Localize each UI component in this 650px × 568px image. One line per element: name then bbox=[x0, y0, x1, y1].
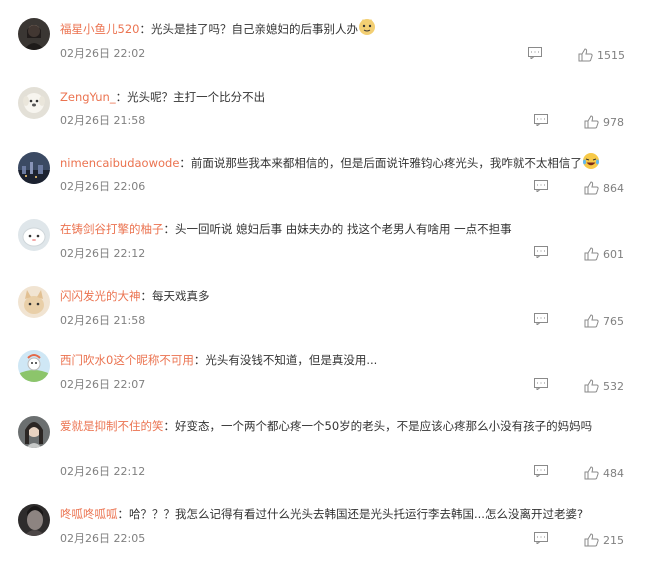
comment-icon[interactable] bbox=[534, 378, 548, 392]
doge-emoji-icon bbox=[358, 18, 376, 43]
comment-content: 光头是挂了吗？自己亲媳妇的后事别人办 bbox=[150, 22, 358, 36]
comment-text: 福星小鱼儿520：光头是挂了吗？自己亲媳妇的后事别人办 bbox=[60, 18, 635, 43]
like-count: 484 bbox=[603, 466, 624, 480]
comment-icon[interactable] bbox=[534, 246, 548, 260]
comment-time: 02月26日 22:07 bbox=[60, 378, 146, 391]
user-avatar[interactable] bbox=[18, 416, 50, 448]
like-count: 864 bbox=[603, 181, 624, 195]
thumbs-up-icon bbox=[578, 48, 593, 62]
separator: ： bbox=[139, 22, 151, 36]
comment-time: 02月26日 22:12 bbox=[60, 247, 146, 260]
thumbs-up-icon bbox=[584, 115, 599, 129]
like-button[interactable]: 1515 bbox=[578, 47, 625, 63]
like-button[interactable]: 864 bbox=[584, 180, 624, 196]
username-link[interactable]: nimencaibudaowode bbox=[60, 156, 179, 170]
separator: ： bbox=[163, 222, 176, 236]
comment-time: 02月26日 21:58 bbox=[60, 314, 146, 327]
comment-time: 02月26日 22:02 bbox=[60, 47, 146, 60]
comment-icon[interactable] bbox=[534, 532, 548, 546]
comment-text: 西门吹水0这个昵称不可用：光头有没钱不知道，但是真没用... bbox=[60, 350, 635, 371]
comment-icon[interactable] bbox=[534, 465, 548, 479]
username-link[interactable]: ZengYun_ bbox=[60, 90, 116, 104]
comment-time: 02月26日 22:06 bbox=[60, 180, 146, 193]
comment-content: 头一回听说 媳妇后事 由妹夫办的 找这个老男人有啥用 一点不担事 bbox=[175, 222, 512, 236]
like-button[interactable]: 765 bbox=[584, 313, 624, 329]
like-button[interactable]: 215 bbox=[584, 532, 624, 548]
like-button[interactable]: 532 bbox=[584, 378, 624, 394]
separator: ： bbox=[163, 419, 176, 433]
separator: ： bbox=[117, 507, 130, 521]
thumbs-up-icon bbox=[584, 379, 599, 393]
username-link[interactable]: 闪闪发光的大神 bbox=[60, 289, 141, 303]
thumbs-up-icon bbox=[584, 314, 599, 328]
separator: ： bbox=[140, 289, 153, 303]
separator: ： bbox=[193, 353, 206, 367]
username-link[interactable]: 福星小鱼儿520 bbox=[60, 22, 139, 36]
like-count: 601 bbox=[603, 247, 624, 261]
comment-icon[interactable] bbox=[534, 313, 548, 327]
username-link[interactable]: 爱就是抑制不住的笑 bbox=[60, 419, 164, 433]
comment-icon[interactable] bbox=[534, 114, 548, 128]
user-avatar[interactable] bbox=[18, 219, 50, 251]
comment-content: 每天戏真多 bbox=[152, 289, 210, 303]
comment-icon[interactable] bbox=[528, 47, 542, 61]
comment-time: 02月26日 22:05 bbox=[60, 532, 146, 545]
comment-text: nimencaibudaowode：前面说那些我本来都相信的，但是后面说许雅钧心… bbox=[60, 152, 635, 177]
like-count: 215 bbox=[603, 533, 624, 547]
user-avatar[interactable] bbox=[18, 152, 50, 184]
comment-text: 在铸剑谷打擎的柚子：头一回听说 媳妇后事 由妹夫办的 找这个老男人有啥用 一点不… bbox=[60, 219, 635, 240]
comment-content: 前面说那些我本来都相信的，但是后面说许雅钧心疼光头，我咋就不太相信了 bbox=[190, 156, 582, 170]
thumbs-up-icon bbox=[584, 181, 599, 195]
username-link[interactable]: 在铸剑谷打擎的柚子 bbox=[60, 222, 164, 236]
comment-content: 光头有没钱不知道，但是真没用... bbox=[205, 353, 378, 367]
laughing-tears-emoji-icon bbox=[582, 152, 600, 177]
separator: ： bbox=[115, 90, 128, 104]
user-avatar[interactable] bbox=[18, 18, 50, 50]
like-button[interactable]: 484 bbox=[584, 465, 624, 481]
comment-content: 哈？？？我怎么记得有看过什么光头去韩国还是光头托运行李去韩国...怎么没离开过老… bbox=[129, 507, 584, 521]
like-count: 978 bbox=[603, 115, 624, 129]
like-count: 532 bbox=[603, 379, 624, 393]
username-link[interactable]: 咚呱咚呱呱 bbox=[60, 507, 118, 521]
user-avatar[interactable] bbox=[18, 87, 50, 119]
comment-icon[interactable] bbox=[534, 180, 548, 194]
comment-text: 闪闪发光的大神：每天戏真多 bbox=[60, 286, 635, 307]
thumbs-up-icon bbox=[584, 466, 599, 480]
comment-text: 咚呱咚呱呱：哈？？？我怎么记得有看过什么光头去韩国还是光头托运行李去韩国...怎… bbox=[60, 504, 635, 525]
comment-text: 爱就是抑制不住的笑：好变态，一个两个都心疼一个50岁的老头，不是应该心疼那么小没… bbox=[60, 416, 635, 437]
thumbs-up-icon bbox=[584, 533, 599, 547]
user-avatar[interactable] bbox=[18, 286, 50, 318]
user-avatar[interactable] bbox=[18, 504, 50, 536]
separator: ： bbox=[179, 156, 191, 170]
thumbs-up-icon bbox=[584, 247, 599, 261]
user-avatar[interactable] bbox=[18, 350, 50, 382]
comment-content: 光头呢？主打一个比分不出 bbox=[127, 90, 266, 104]
like-count: 1515 bbox=[597, 48, 625, 62]
comment-text: ZengYun_：光头呢？主打一个比分不出 bbox=[60, 87, 635, 108]
username-link[interactable]: 西门吹水0这个昵称不可用 bbox=[60, 353, 194, 367]
comment-time: 02月26日 22:12 bbox=[60, 465, 146, 478]
like-button[interactable]: 978 bbox=[584, 114, 624, 130]
comment-time: 02月26日 21:58 bbox=[60, 114, 146, 127]
like-button[interactable]: 601 bbox=[584, 246, 624, 262]
like-count: 765 bbox=[603, 314, 624, 328]
comment-content: 好变态，一个两个都心疼一个50岁的老头，不是应该心疼那么小没有孩子的妈妈吗 bbox=[175, 419, 593, 433]
